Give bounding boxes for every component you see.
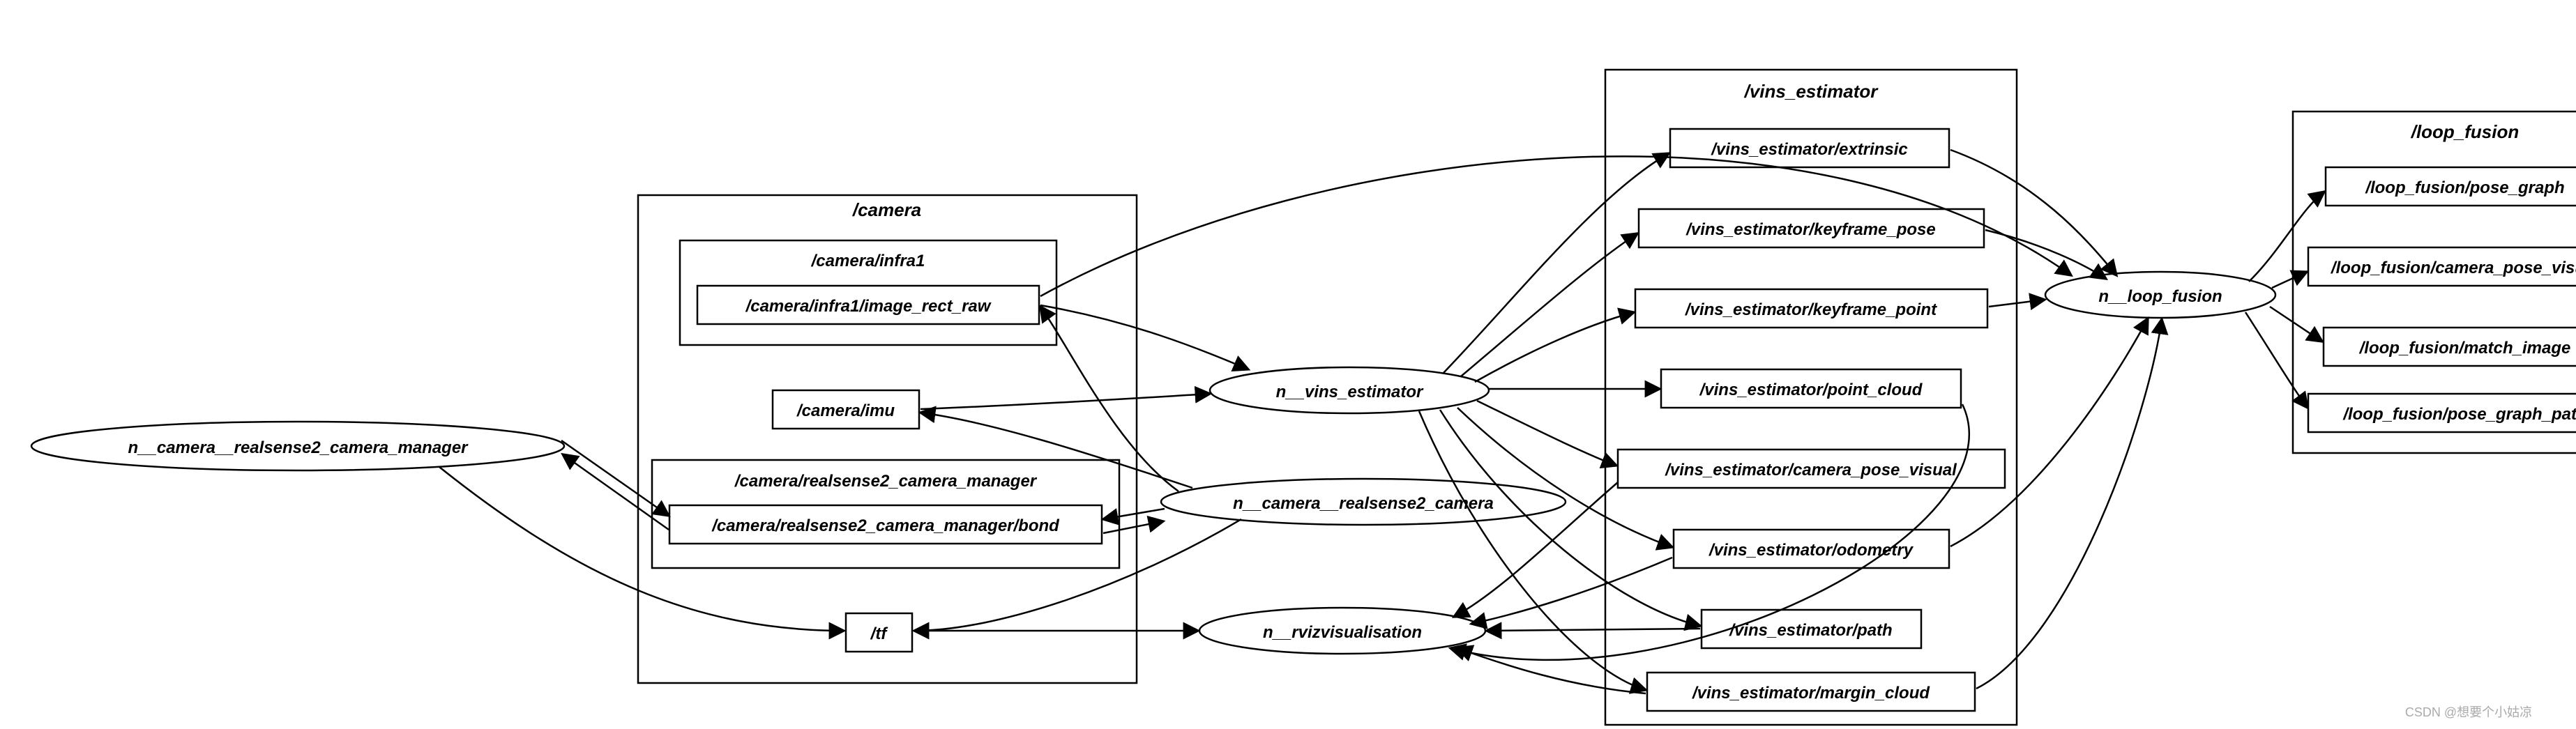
group-vins: /vins_estimator /vins_estimator/extrinsi… bbox=[1605, 70, 2017, 725]
label-vins-keyframe-point: /vins_estimator/keyframe_point bbox=[1685, 300, 1937, 319]
group-camera-rs-mgr-title: /camera/realsense2_camera_manager bbox=[734, 472, 1038, 491]
label-tf: /tf bbox=[870, 624, 888, 643]
group-loop: /loop_fusion /loop_fusion/pose_graph /lo… bbox=[2293, 112, 2576, 453]
label-node-vins-est: n__vins_estimator bbox=[1276, 383, 1424, 401]
group-loop-title: /loop_fusion bbox=[2411, 121, 2520, 142]
group-camera-rs-mgr: /camera/realsense2_camera_manager /camer… bbox=[652, 460, 1119, 568]
group-camera-title: /camera bbox=[852, 199, 921, 220]
label-loop-match-image: /loop_fusion/match_image bbox=[2359, 339, 2571, 358]
label-vins-camera-pose-visual: /vins_estimator/camera_pose_visual bbox=[1665, 461, 1957, 479]
label-vins-odometry: /vins_estimator/odometry bbox=[1709, 541, 1914, 560]
label-node-rviz: n__rvizvisualisation bbox=[1263, 623, 1422, 642]
label-vins-keyframe-pose: /vins_estimator/keyframe_pose bbox=[1685, 220, 1936, 239]
label-node-loop-fusion: n__loop_fusion bbox=[2098, 287, 2222, 306]
group-vins-title: /vins_estimator bbox=[1744, 81, 1879, 102]
group-camera-infra1: /camera/infra1 /camera/infra1/image_rect… bbox=[680, 240, 1056, 345]
label-image-rect-raw: /camera/infra1/image_rect_raw bbox=[745, 297, 992, 316]
group-camera: /camera /camera/infra1 /camera/infra1/im… bbox=[638, 195, 1137, 683]
group-camera-infra1-title: /camera/infra1 bbox=[811, 252, 925, 270]
label-loop-pose-graph-path: /loop_fusion/pose_graph_path bbox=[2342, 405, 2576, 424]
label-vins-path: /vins_estimator/path bbox=[1729, 621, 1892, 640]
label-loop-camera-pose-visual: /loop_fusion/camera_pose_visual bbox=[2331, 259, 2576, 277]
label-vins-margin-cloud: /vins_estimator/margin_cloud bbox=[1692, 684, 1930, 703]
label-node-rs-cam: n__camera__realsense2_camera bbox=[1233, 494, 1494, 513]
label-vins-extrinsic: /vins_estimator/extrinsic bbox=[1711, 140, 1907, 159]
label-camera-imu: /camera/imu bbox=[796, 401, 895, 420]
label-vins-point-cloud: /vins_estimator/point_cloud bbox=[1699, 381, 1923, 399]
label-loop-pose-graph: /loop_fusion/pose_graph bbox=[2365, 178, 2564, 197]
watermark: CSDN @想要个小姑凉 bbox=[2405, 705, 2532, 719]
label-node-cam-mgr: n__camera__realsense2_camera_manager bbox=[128, 438, 469, 457]
label-rs-mgr-bond: /camera/realsense2_camera_manager/bond bbox=[711, 516, 1060, 535]
